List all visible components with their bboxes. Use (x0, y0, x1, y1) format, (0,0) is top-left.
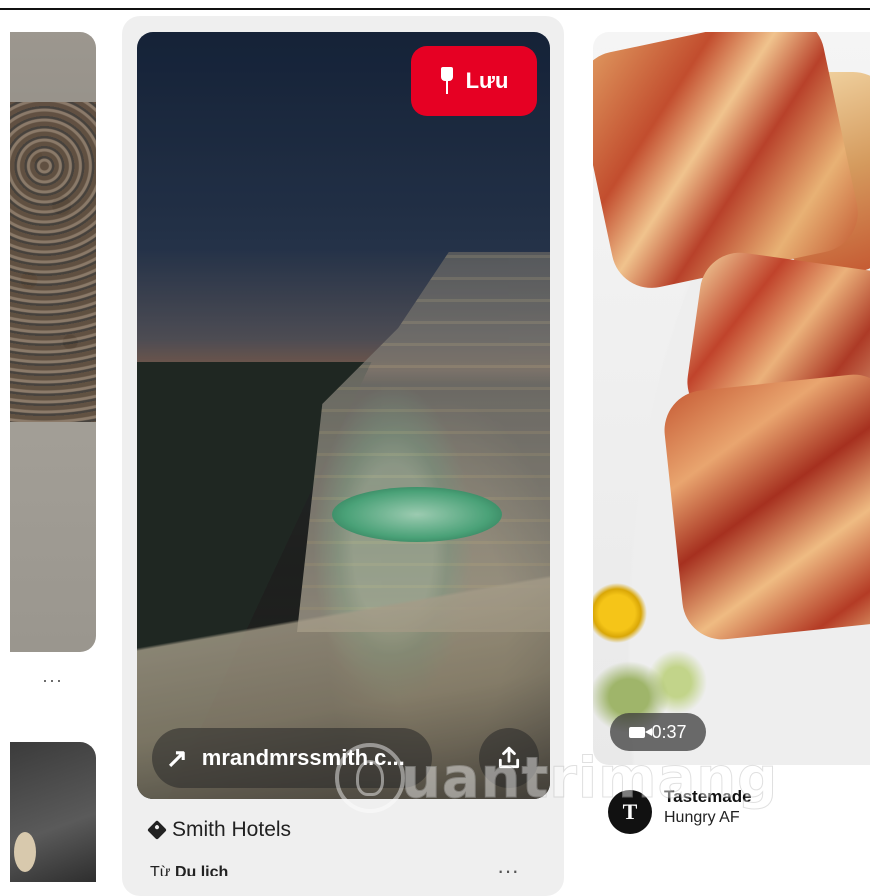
image-detail (14, 832, 36, 872)
video-camera-icon (629, 726, 653, 738)
save-button[interactable]: Lưu (411, 46, 537, 116)
share-icon (498, 746, 520, 769)
board-name: Du lịch (174, 864, 229, 876)
pin-video-bacon[interactable] (593, 32, 870, 765)
source-link-text: mrandmrssmith.c... (201, 745, 405, 770)
image-detail (660, 370, 870, 644)
pin-image-gears[interactable] (10, 32, 96, 652)
video-duration-badge: 0:37 (610, 713, 706, 751)
from-prefix: Từ (150, 864, 171, 876)
pushpin-icon (440, 67, 454, 95)
video-duration: 0:37 (651, 721, 687, 742)
pin-image-bottom-left[interactable] (10, 742, 96, 882)
more-options-button[interactable]: ··· (497, 858, 519, 873)
avatar[interactable]: T (608, 790, 652, 834)
hover-overlay (137, 32, 550, 799)
more-options-button[interactable]: ··· (42, 670, 63, 691)
tag-icon (147, 820, 167, 840)
creator-name[interactable]: Tastemade (664, 786, 752, 808)
share-button[interactable] (479, 728, 539, 788)
gears-art (10, 102, 96, 422)
board-source[interactable]: Từ Du lịch (150, 864, 228, 876)
image-detail (593, 577, 653, 667)
creator-board: Hungry AF (664, 809, 740, 826)
top-border (0, 0, 870, 10)
tag-label: Smith Hotels (172, 818, 292, 841)
pin-image-santorini[interactable] (137, 32, 550, 799)
creator-info[interactable]: T Tastemade Hungry AF (608, 786, 752, 834)
source-link-button[interactable]: ↗ mrandmrssmith.c... (152, 728, 432, 788)
arrow-up-right-icon: ↗ (166, 743, 188, 773)
save-label: Lưu (465, 68, 509, 93)
pin-tag[interactable]: Smith Hotels (147, 818, 292, 842)
